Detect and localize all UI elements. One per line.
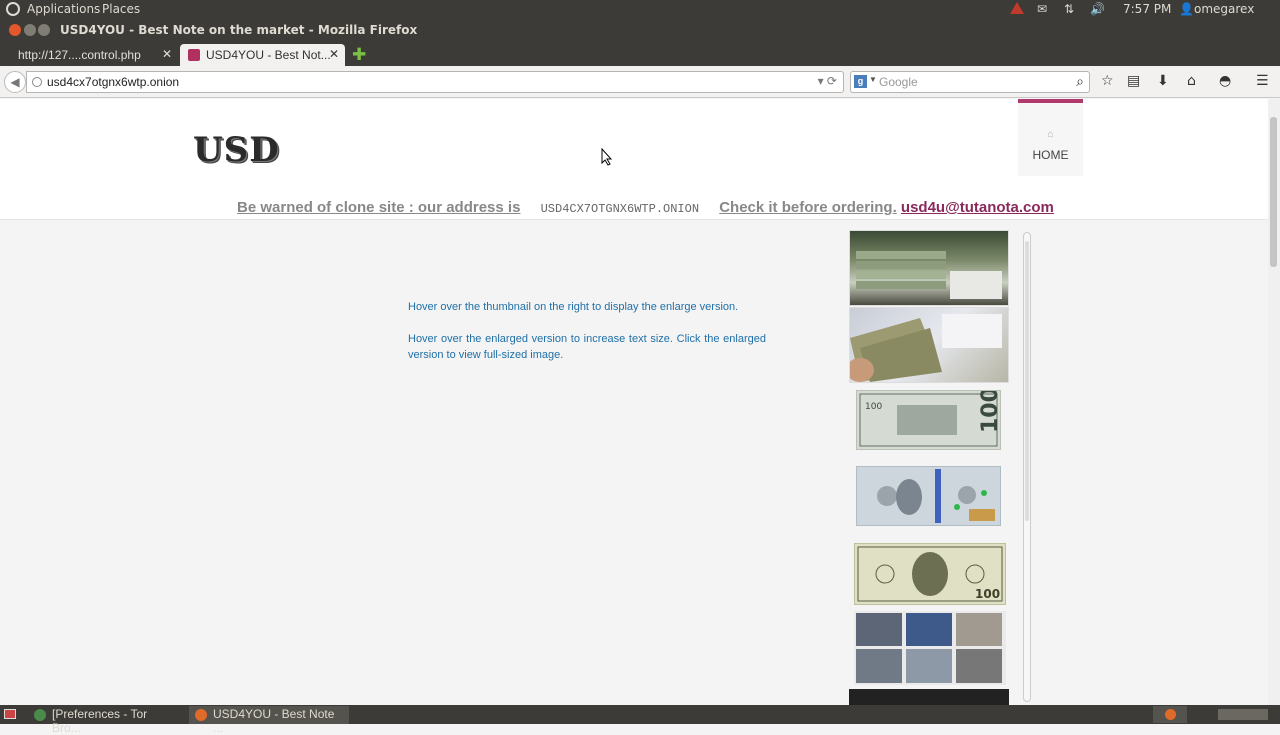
tab-usd4you[interactable]: USD4YOU - Best Not... ✕: [180, 44, 345, 66]
workspace-pager[interactable]: [1218, 709, 1268, 720]
site-favicon-icon: [188, 49, 200, 61]
back-button[interactable]: ◀: [4, 71, 26, 93]
logo-text: USD: [193, 130, 280, 170]
thumbnail-bill-back[interactable]: 100 100: [856, 387, 1003, 450]
show-desktop-icon[interactable]: [4, 709, 16, 719]
home-icon: ⌂: [1047, 129, 1054, 140]
user-name[interactable]: omegarex: [1194, 2, 1254, 16]
chevron-down-icon[interactable]: ▼: [869, 75, 877, 84]
taskbar-item-label: [Preferences - Tor Bro...: [52, 707, 148, 735]
tor-icon[interactable]: ◓: [1219, 73, 1231, 89]
gallery-scrollbar[interactable]: [1023, 232, 1031, 702]
site-logo[interactable]: USD: [193, 130, 280, 170]
mouse-cursor-icon: [601, 148, 613, 166]
thumbnail-bills-in-hand[interactable]: [846, 307, 1009, 383]
user-icon: 👤: [1179, 2, 1194, 16]
page-scrollbar-thumb[interactable]: [1270, 117, 1277, 267]
gallery-instructions: Hover over the thumbnail on the right to…: [408, 299, 766, 379]
tab-control-php[interactable]: http://127....control.php ✕: [10, 44, 178, 66]
taskbar-item-usd4you[interactable]: USD4YOU - Best Note ...: [189, 706, 349, 735]
site-header: USD ⌂ HOME Be warned of clone site : our…: [0, 99, 1268, 220]
clone-warning: Be warned of clone site : our address is…: [237, 199, 1054, 216]
close-window-button[interactable]: [9, 24, 21, 36]
page-scrollbar[interactable]: [1268, 99, 1280, 705]
photo-collage-image: [856, 613, 1002, 683]
taskbar: [Preferences - Tor Bro... USD4YOU - Best…: [0, 705, 1280, 735]
thumbnail-photo-collage[interactable]: [854, 611, 1006, 685]
thumbnail-dark-partial[interactable]: [849, 689, 1009, 705]
firefox-workspace-icon: [1165, 709, 1176, 720]
taskbar-item-label: USD4YOU - Best Note ...: [213, 707, 335, 735]
thumbnail-bill-front-new[interactable]: [856, 466, 1001, 526]
minimize-window-button[interactable]: [24, 24, 36, 36]
url-text: usd4cx7otgnx6wtp.onion: [47, 75, 180, 89]
onion-address: USD4CX7OTGNX6WTP.ONION: [540, 202, 700, 216]
places-menu[interactable]: Places: [102, 2, 140, 16]
home-nav-label: HOME: [1032, 148, 1069, 162]
check-text-link[interactable]: Check it before ordering.: [719, 199, 897, 216]
bill-stack-image: [856, 251, 1002, 299]
warning-text-link[interactable]: Be warned of clone site : our address is: [237, 199, 520, 216]
search-icon[interactable]: ⌕: [1076, 73, 1084, 90]
downloads-icon[interactable]: ⬇: [1157, 73, 1169, 89]
thumbnail-bill-front-classic[interactable]: 100: [854, 543, 1006, 605]
home-nav-item[interactable]: ⌂ HOME: [1018, 99, 1083, 176]
firefox-icon: [195, 709, 207, 721]
thumbnail-bill-stack[interactable]: [849, 230, 1009, 306]
search-placeholder: Google: [879, 75, 918, 89]
bills-in-hand-image: [846, 314, 1002, 382]
ubuntu-logo-icon[interactable]: [6, 2, 20, 16]
google-icon[interactable]: g: [854, 75, 867, 88]
instruction-enlarged: Hover over the enlarged version to incre…: [408, 333, 766, 361]
network-icon[interactable]: ⇅: [1064, 2, 1074, 16]
navigation-toolbar: ◀ usd4cx7otgnx6wtp.onion ▾ ⟳ g ▼ Google …: [0, 66, 1280, 98]
workspace-switcher[interactable]: [1153, 706, 1187, 723]
gallery-scrollbar-thumb[interactable]: [1025, 241, 1029, 521]
close-tab-icon[interactable]: ✕: [162, 47, 172, 61]
tab-label: http://127....control.php: [18, 48, 141, 62]
svg-text:100: 100: [865, 402, 882, 412]
new-tab-button[interactable]: ✚: [352, 45, 366, 65]
menu-icon[interactable]: ☰: [1256, 73, 1269, 89]
tab-strip: http://127....control.php ✕ USD4YOU - Be…: [0, 41, 1280, 66]
tab-label: USD4YOU - Best Not...: [206, 48, 331, 62]
maximize-window-button[interactable]: [38, 24, 50, 36]
bill-front-classic-image: 100: [857, 546, 1003, 602]
bill-back-image: 100 100: [859, 387, 1003, 447]
mail-icon[interactable]: ✉: [1037, 2, 1047, 16]
bill-front-new-image: [877, 469, 995, 523]
svg-text:100: 100: [975, 587, 1000, 601]
bookmark-star-icon[interactable]: ☆: [1101, 73, 1114, 89]
applications-menu[interactable]: Applications: [27, 2, 100, 16]
clock[interactable]: 7:57 PM: [1123, 2, 1171, 16]
warning-icon[interactable]: [1010, 2, 1024, 17]
thumbnail-gallery: 100 100 100: [846, 230, 1031, 705]
window-title-bar: USD4YOU - Best Note on the market - Mozi…: [0, 19, 1280, 41]
search-input[interactable]: g ▼ Google ⌕: [850, 71, 1090, 93]
reload-icon[interactable]: ▾ ⟳: [818, 74, 837, 88]
tor-browser-icon: [34, 709, 46, 721]
web-page: USD ⌂ HOME Be warned of clone site : our…: [0, 99, 1268, 705]
home-icon[interactable]: ⌂: [1187, 73, 1196, 89]
bookmarks-menu-icon[interactable]: ▤: [1127, 73, 1140, 89]
system-top-panel: Applications Places ✉ ⇅ 🔊 7:57 PM 👤 omeg…: [0, 0, 1280, 19]
svg-text:100: 100: [978, 391, 1000, 433]
instruction-thumbnail: Hover over the thumbnail on the right to…: [408, 301, 739, 313]
close-tab-icon[interactable]: ✕: [329, 47, 339, 61]
url-bar[interactable]: usd4cx7otgnx6wtp.onion ▾ ⟳: [26, 71, 844, 93]
email-link[interactable]: usd4u@tutanota.com: [901, 199, 1054, 216]
globe-icon: [32, 77, 42, 87]
volume-icon[interactable]: 🔊: [1090, 2, 1105, 16]
taskbar-item-preferences[interactable]: [Preferences - Tor Bro...: [28, 706, 186, 735]
window-title: USD4YOU - Best Note on the market - Mozi…: [60, 23, 418, 37]
